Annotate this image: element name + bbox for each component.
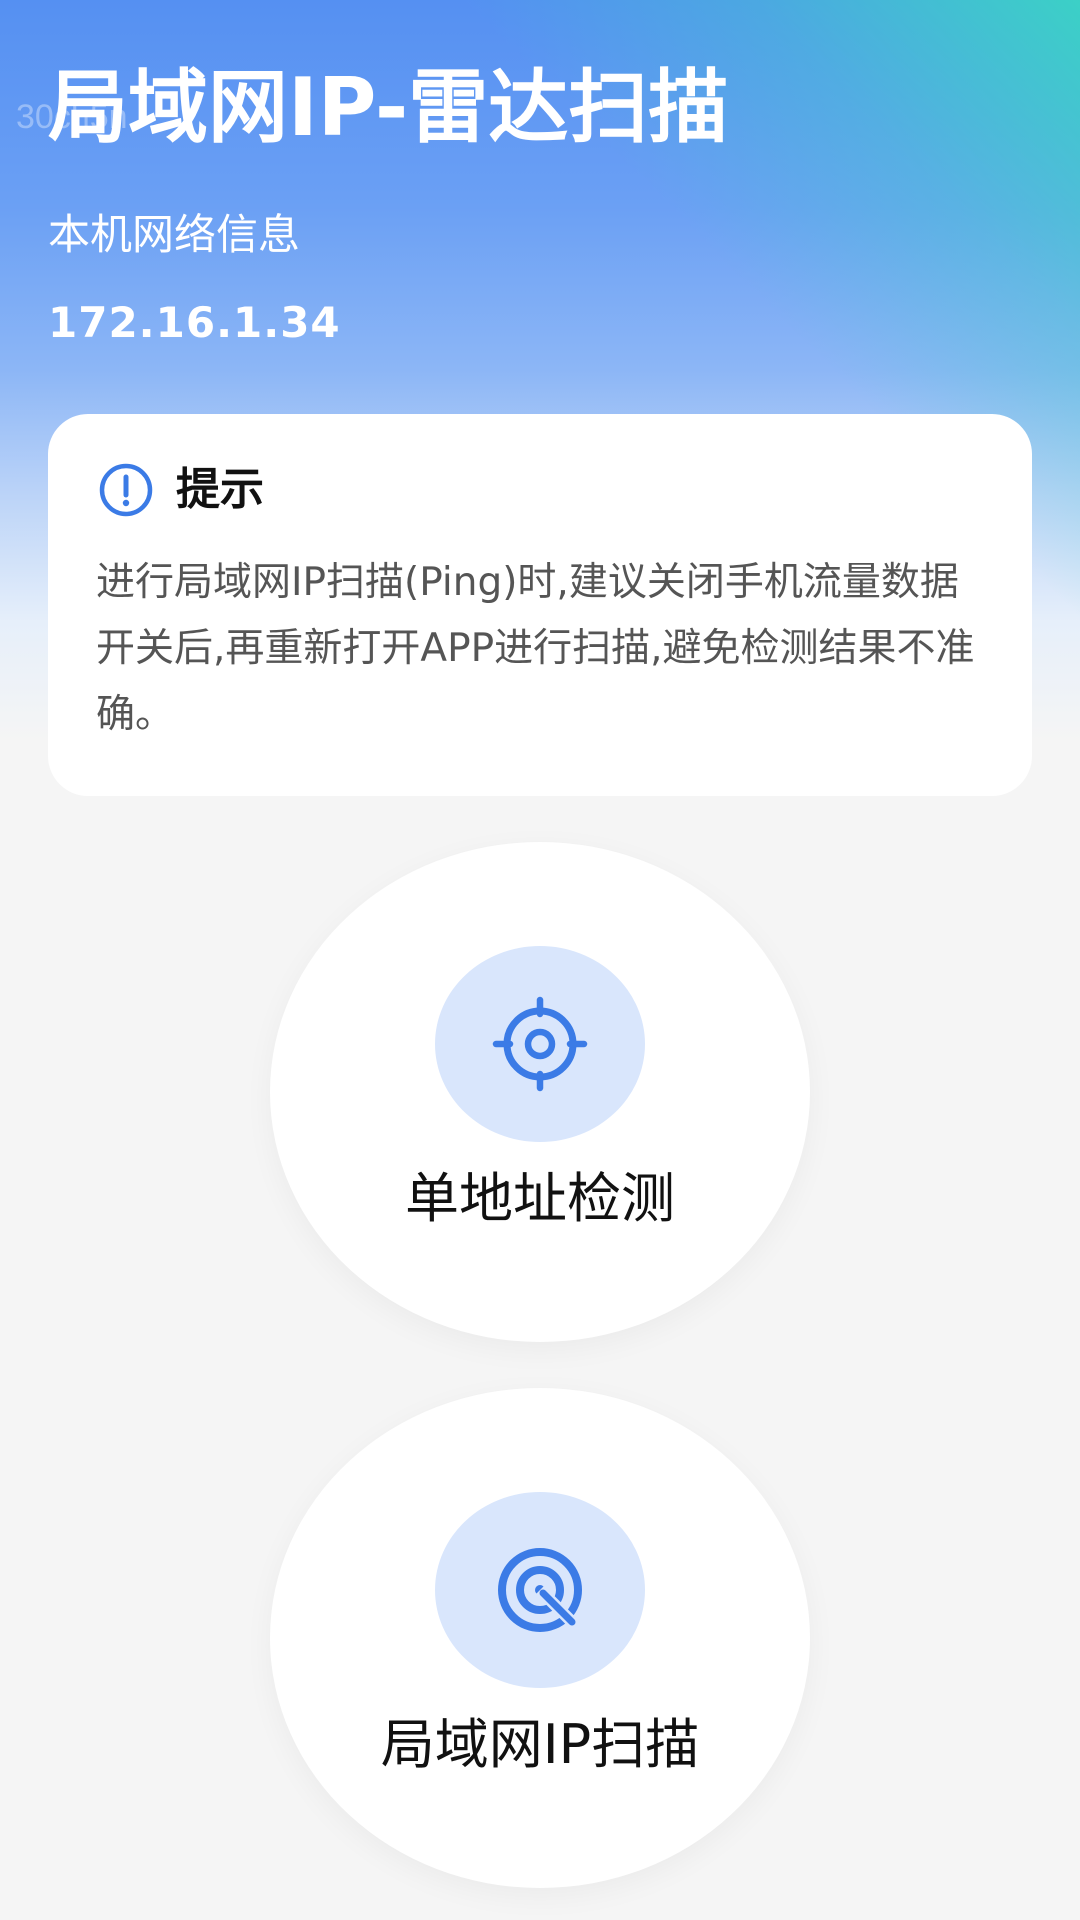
tip-header: 提示 — [98, 462, 264, 518]
lan-ip-scan-button[interactable]: 局域网IP扫描 — [270, 1388, 810, 1888]
radar-scan-icon — [498, 1548, 582, 1632]
icon-circle — [435, 946, 645, 1142]
tip-title: 提示 — [176, 464, 264, 515]
crosshair-target-icon — [492, 996, 588, 1092]
network-info-label: 本机网络信息 — [48, 210, 301, 259]
icon-circle — [435, 1492, 645, 1688]
tip-body: 进行局域网IP扫描(Ping)时,建议关闭手机流量数据开关后,再重新打开APP进… — [96, 560, 975, 737]
single-address-check-label: 单地址检测 — [405, 1167, 675, 1230]
page-title: 局域网IP-雷达扫描 — [48, 61, 729, 154]
alert-circle-icon — [99, 463, 153, 517]
single-address-check-button[interactable]: 单地址检测 — [270, 842, 810, 1342]
lan-ip-scan-label: 局域网IP扫描 — [380, 1713, 700, 1776]
ip-address-value: 172.16.1.34 — [48, 298, 341, 347]
tip-card: 提示 进行局域网IP扫描(Ping)时,建议关闭手机流量数据开关后,再重新打开A… — [48, 414, 1032, 796]
